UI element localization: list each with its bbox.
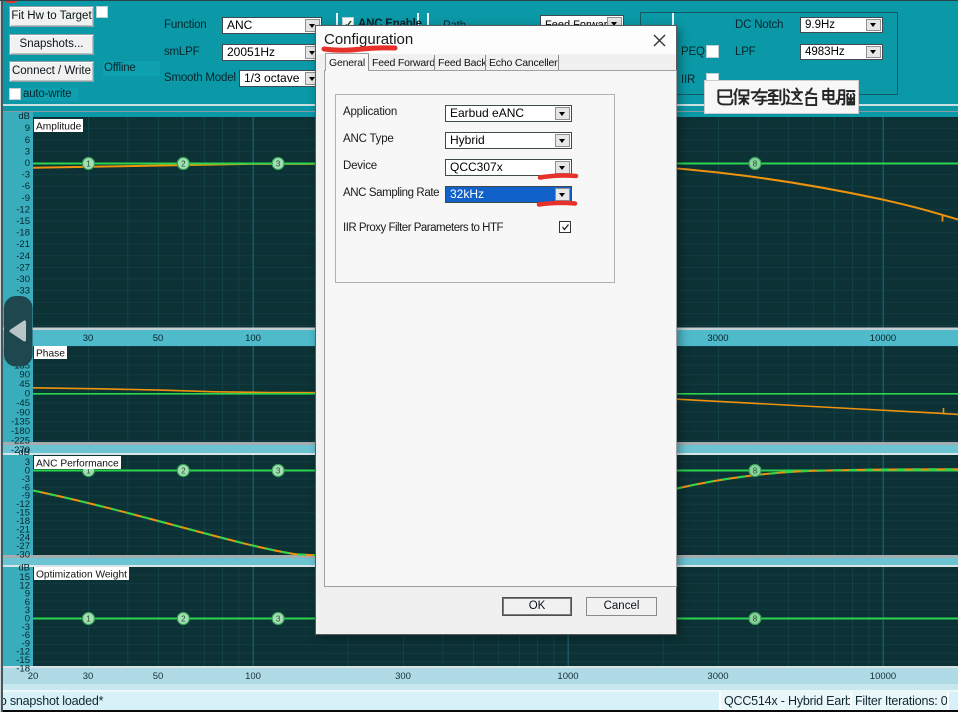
svg-text:0: 0	[25, 158, 30, 169]
svg-text:6: 6	[25, 135, 30, 146]
svg-text:-18: -18	[16, 228, 30, 239]
svg-text:-3: -3	[22, 170, 30, 181]
svg-text:-12: -12	[16, 204, 30, 215]
svg-text:-30: -30	[16, 274, 30, 285]
svg-text:1: 1	[86, 615, 91, 624]
svg-text:300: 300	[395, 671, 411, 682]
svg-text:100: 100	[245, 333, 261, 344]
svg-text:-33: -33	[16, 286, 30, 297]
svg-text:-24: -24	[16, 251, 30, 262]
svg-text:3000: 3000	[707, 333, 728, 344]
svg-text:3: 3	[276, 467, 281, 476]
svg-text:3: 3	[276, 615, 281, 624]
svg-text:3: 3	[276, 160, 281, 169]
svg-text:2: 2	[181, 615, 186, 624]
svg-text:-18: -18	[16, 663, 30, 674]
svg-text:50: 50	[153, 333, 164, 344]
svg-text:100: 100	[245, 671, 261, 682]
svg-text:1: 1	[86, 160, 91, 169]
svg-text:-27: -27	[16, 262, 30, 273]
svg-text:8: 8	[753, 467, 758, 476]
svg-text:3000: 3000	[707, 671, 728, 682]
svg-text:-15: -15	[16, 216, 30, 227]
svg-text:10000: 10000	[870, 333, 896, 344]
svg-text:ANC Performance: ANC Performance	[36, 459, 119, 470]
svg-text:dB: dB	[18, 112, 30, 122]
svg-text:2: 2	[181, 160, 186, 169]
svg-text:Phase: Phase	[36, 349, 65, 360]
svg-text:8: 8	[753, 160, 758, 169]
svg-text:-21: -21	[16, 239, 30, 250]
svg-text:1000: 1000	[557, 671, 578, 682]
svg-text:10000: 10000	[870, 671, 896, 682]
svg-text:-9: -9	[22, 193, 30, 204]
svg-text:-30: -30	[16, 550, 30, 561]
svg-text:2: 2	[181, 467, 186, 476]
svg-text:30: 30	[83, 333, 94, 344]
svg-text:-6: -6	[22, 181, 30, 192]
svg-text:Optimization Weight: Optimization Weight	[36, 570, 127, 581]
svg-text:50: 50	[153, 671, 164, 682]
svg-text:8: 8	[753, 615, 758, 624]
svg-text:Amplitude: Amplitude	[36, 122, 82, 133]
svg-text:3: 3	[25, 146, 30, 157]
svg-text:9: 9	[25, 123, 30, 134]
svg-text:30: 30	[83, 671, 94, 682]
